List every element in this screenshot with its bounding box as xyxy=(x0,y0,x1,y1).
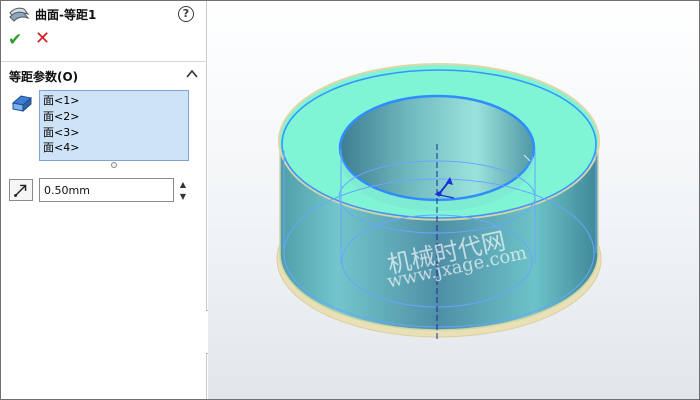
face-list-item[interactable]: 面<3> xyxy=(43,125,185,141)
spin-up-icon[interactable]: ▲ xyxy=(177,179,189,190)
spin-down-icon[interactable]: ▼ xyxy=(177,191,189,202)
ok-check-icon[interactable]: ✔ xyxy=(8,30,22,50)
cancel-x-icon[interactable]: ✕ xyxy=(35,29,50,49)
offset-surface-icon xyxy=(9,7,30,22)
graphics-viewport[interactable]: 机械时代网 www.jxage.com xyxy=(208,1,699,399)
face-selection-list[interactable]: 面<1> 面<2> 面<3> 面<4> xyxy=(39,90,189,161)
chevron-up-icon[interactable] xyxy=(185,67,199,81)
group-title: 等距参数(O) xyxy=(9,70,79,84)
offset-parameters-group-header[interactable]: 等距参数(O) xyxy=(1,65,207,87)
surface-face-icon xyxy=(11,95,33,113)
divider xyxy=(1,61,207,62)
action-row: ✔ ✕ xyxy=(1,29,207,53)
reverse-direction-icon[interactable] xyxy=(9,179,33,201)
panel-title-row: 曲面-等距1 ? xyxy=(1,1,207,27)
face-list-item[interactable]: 面<2> xyxy=(43,109,185,125)
face-list-item[interactable]: 面<1> xyxy=(43,93,185,109)
face-list-item[interactable]: 面<4> xyxy=(43,140,185,156)
property-manager-panel: 曲面-等距1 ? ✔ ✕ 等距参数(O) 面<1> 面<2> 面<3> 面<4>… xyxy=(1,1,207,399)
panel-title: 曲面-等距1 xyxy=(35,8,97,22)
model-canvas[interactable] xyxy=(208,1,699,399)
offset-distance-input[interactable] xyxy=(39,178,174,202)
list-resize-handle[interactable] xyxy=(111,162,117,168)
help-icon[interactable]: ? xyxy=(178,6,194,22)
